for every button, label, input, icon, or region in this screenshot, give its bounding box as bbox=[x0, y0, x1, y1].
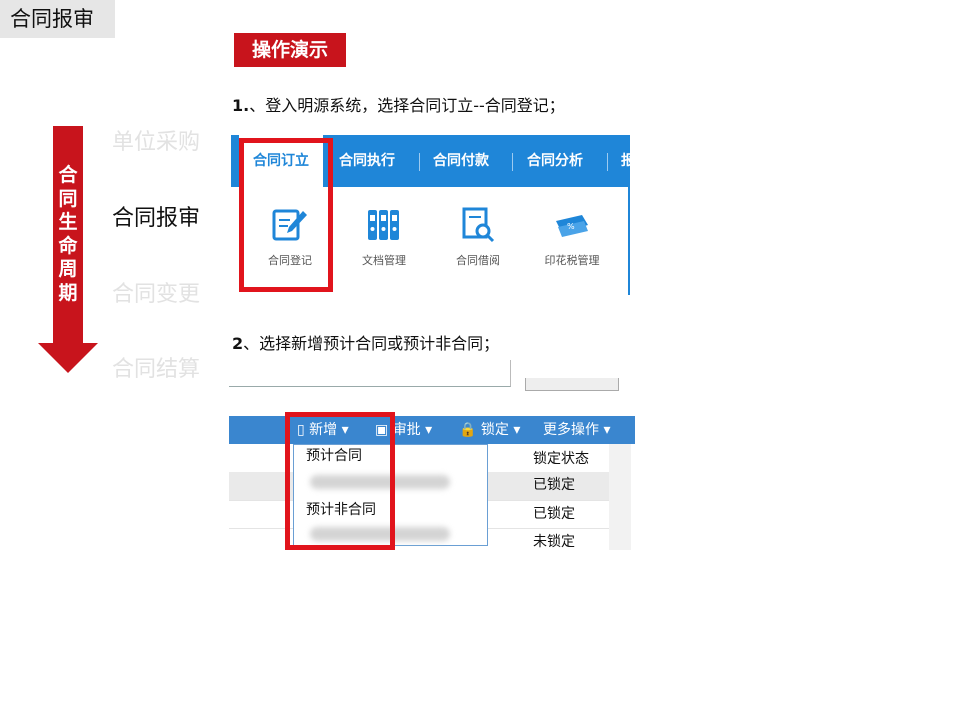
tool-stamp-tax[interactable]: % 印花税管理 bbox=[527, 207, 617, 268]
more-actions-button[interactable]: 更多操作 ▾ bbox=[543, 416, 610, 444]
lock-status-cell: 已锁定 bbox=[533, 506, 575, 522]
highlight-box bbox=[239, 138, 333, 292]
contract-menu-screenshot: 合同订立 合同执行 合同付款 合同分析 报 合同登记 文档管理 合同借阅 % 印… bbox=[231, 135, 630, 295]
panel-border bbox=[628, 187, 630, 295]
chevron-down-icon: ▾ bbox=[425, 422, 433, 438]
svg-text:%: % bbox=[567, 222, 575, 231]
tab-separator bbox=[607, 153, 608, 171]
tool-document-management[interactable]: 文档管理 bbox=[339, 207, 429, 268]
chevron-down-icon: ▾ bbox=[513, 422, 521, 438]
step-text: 、登入明源系统，选择合同订立--合同登记； bbox=[249, 96, 565, 115]
binders-icon bbox=[368, 210, 399, 240]
tab-contract-execute[interactable]: 合同执行 bbox=[339, 135, 395, 187]
step-number: 2 bbox=[232, 334, 244, 353]
tax-ticket-icon: % bbox=[556, 215, 588, 237]
column-header-lock-status[interactable]: 锁定状态 bbox=[533, 448, 589, 468]
stage-contract-settlement: 合同结算 bbox=[112, 357, 201, 382]
document-search-icon bbox=[462, 207, 495, 243]
stage-contract-review: 合同报审 bbox=[112, 206, 201, 231]
tab-separator bbox=[512, 153, 513, 171]
tab-report[interactable]: 报 bbox=[621, 135, 630, 187]
arrow-down-icon bbox=[38, 343, 98, 373]
lock-icon: 🔒 bbox=[459, 422, 477, 438]
step-1: 1.、登入明源系统，选择合同订立--合同登记； bbox=[232, 92, 565, 116]
stage-unit-purchase: 单位采购 bbox=[112, 130, 201, 155]
lock-status-cell: 未锁定 bbox=[533, 534, 575, 550]
page-title: 合同报审 bbox=[0, 0, 115, 38]
new-contract-screenshot: ▯ 新增 ▾ ▣ 审批 ▾ 🔒 锁定 ▾ 更多操作 ▾ 锁定状态 ↻ 已锁定 已… bbox=[229, 360, 635, 550]
search-field[interactable] bbox=[229, 360, 511, 387]
scrollbar[interactable] bbox=[609, 444, 631, 550]
demo-tag: 操作演示 bbox=[234, 33, 346, 67]
step-number: 1. bbox=[232, 96, 250, 115]
step-text: 、选择新增预计合同或预计非合同； bbox=[243, 334, 500, 353]
tool-contract-borrow[interactable]: 合同借阅 bbox=[433, 207, 523, 268]
tab-contract-payment[interactable]: 合同付款 bbox=[433, 135, 489, 187]
search-button[interactable] bbox=[525, 378, 619, 391]
lifecycle-label: 合 同 生 命 周 期 bbox=[58, 164, 78, 304]
highlight-box bbox=[285, 412, 395, 550]
lock-status-cell: 已锁定 bbox=[533, 477, 575, 493]
lock-button[interactable]: 🔒 锁定 ▾ bbox=[459, 416, 520, 444]
chevron-down-icon: ▾ bbox=[603, 422, 611, 438]
step-2: 2、选择新增预计合同或预计非合同； bbox=[232, 330, 499, 354]
stage-contract-change: 合同变更 bbox=[112, 282, 201, 307]
tab-separator bbox=[419, 153, 420, 171]
tab-contract-analysis[interactable]: 合同分析 bbox=[527, 135, 583, 187]
